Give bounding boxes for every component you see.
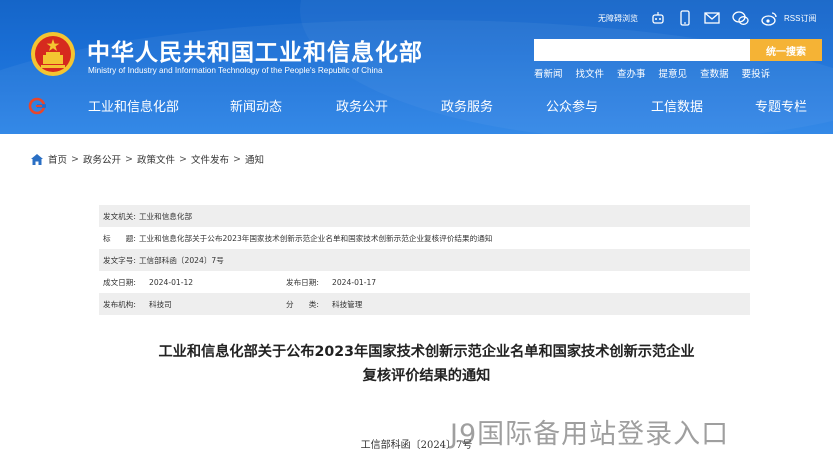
breadcrumb-release[interactable]: 文件发布 bbox=[191, 152, 229, 166]
breadcrumb-policy[interactable]: 政策文件 bbox=[137, 152, 175, 166]
meta-value-doc-no: 工信部科函〔2024〕7号 bbox=[138, 255, 224, 265]
nav-item-services[interactable]: 政务服务 bbox=[441, 96, 493, 115]
robot-icon[interactable] bbox=[650, 10, 666, 26]
meta-label: 成文日期: bbox=[103, 277, 136, 287]
wechat-icon[interactable] bbox=[732, 10, 749, 26]
breadcrumb-gov-affairs[interactable]: 政务公开 bbox=[83, 152, 121, 166]
meta-label: 发布日期: bbox=[286, 277, 319, 287]
meta-label: 发布机构: bbox=[103, 299, 136, 309]
document-title-line: 复核评价结果的通知 bbox=[362, 368, 491, 384]
quick-links: 看新闻 找文件 查办事 提意见 查数据 要投诉 bbox=[534, 66, 783, 80]
meta-label: 发文机关: bbox=[103, 211, 136, 221]
nav-item-gov-affairs[interactable]: 政务公开 bbox=[336, 96, 388, 115]
meta-value-published: 2024-01-17 bbox=[332, 277, 377, 287]
meta-value-title: 工业和信息化部关于公布2023年国家技术创新示范企业名单和国家技术创新示范企业复… bbox=[138, 233, 493, 243]
quick-link-feedback[interactable]: 提意见 bbox=[659, 66, 688, 80]
nav-item-news[interactable]: 新闻动态 bbox=[230, 96, 282, 115]
meta-label: 标 题: bbox=[103, 233, 136, 243]
home-logo-icon[interactable] bbox=[28, 97, 46, 115]
document-meta-table: 发文机关: 工业和信息化部 标 题: 工业和信息化部关于公布2023年国家技术创… bbox=[99, 205, 750, 315]
meta-value-org: 科技司 bbox=[149, 299, 172, 309]
breadcrumb-notice[interactable]: 通知 bbox=[245, 152, 264, 166]
search-input[interactable] bbox=[534, 39, 750, 61]
meta-value-category: 科技管理 bbox=[332, 299, 363, 309]
quick-link-news[interactable]: 看新闻 bbox=[534, 66, 563, 80]
breadcrumb-separator: > bbox=[232, 153, 241, 165]
nav-item-ministry[interactable]: 工业和信息化部 bbox=[88, 96, 179, 115]
nav-item-data[interactable]: 工信数据 bbox=[651, 96, 703, 115]
document-title: 工业和信息化部关于公布2023年国家技术创新示范企业名单和国家技术创新示范企业 … bbox=[60, 340, 793, 388]
meta-value-created: 2024-01-12 bbox=[149, 277, 194, 287]
quick-link-files[interactable]: 找文件 bbox=[576, 66, 605, 80]
meta-label: 分 类: bbox=[286, 299, 319, 309]
search-button[interactable]: 统一搜索 bbox=[750, 39, 822, 61]
site-subtitle: Ministry of Industry and Information Tec… bbox=[88, 66, 383, 75]
document-title-line: 工业和信息化部关于公布2023年国家技术创新示范企业名单和国家技术创新示范企业 bbox=[158, 344, 695, 360]
breadcrumb-separator: > bbox=[71, 153, 79, 165]
utility-bar: 无障碍浏览 RSS订阅 bbox=[598, 9, 816, 27]
breadcrumb-separator: > bbox=[178, 153, 187, 165]
breadcrumb: 首页 > 政务公开 > 政策文件 > 文件发布 > 通知 bbox=[31, 152, 264, 166]
accessibility-link[interactable]: 无障碍浏览 bbox=[598, 13, 638, 24]
site-title[interactable]: 中华人民共和国工业和信息化部 bbox=[87, 33, 423, 67]
quick-link-services[interactable]: 查办事 bbox=[617, 66, 646, 80]
mail-icon[interactable] bbox=[704, 11, 720, 25]
meta-row-title: 标 题: 工业和信息化部关于公布2023年国家技术创新示范企业名单和国家技术创新… bbox=[99, 227, 750, 249]
home-icon[interactable] bbox=[31, 153, 43, 165]
nav-item-topics[interactable]: 专题专栏 bbox=[755, 96, 807, 115]
meta-row-dates: 成文日期: 2024-01-12 发布日期: 2024-01-17 bbox=[99, 271, 750, 293]
quick-link-complaint[interactable]: 要投诉 bbox=[742, 66, 771, 80]
meta-row-doc-no: 发文字号: 工信部科函〔2024〕7号 bbox=[99, 249, 750, 271]
weibo-icon[interactable] bbox=[761, 11, 778, 26]
meta-value-issuer: 工业和信息化部 bbox=[138, 211, 193, 221]
meta-label: 发文字号: bbox=[103, 255, 136, 265]
main-nav: 工业和信息化部 新闻动态 政务公开 政务服务 公众参与 工信数据 专题专栏 bbox=[0, 92, 833, 120]
rss-link[interactable]: RSS订阅 bbox=[784, 13, 816, 24]
mobile-icon[interactable] bbox=[678, 10, 692, 26]
breadcrumb-separator: > bbox=[125, 153, 133, 165]
national-emblem-icon[interactable] bbox=[30, 31, 76, 77]
nav-item-public[interactable]: 公众参与 bbox=[546, 96, 598, 115]
site-header: 中华人民共和国工业和信息化部 Ministry of Industry and … bbox=[0, 0, 833, 134]
breadcrumb-home[interactable]: 首页 bbox=[48, 152, 67, 166]
meta-row-org: 发布机构: 科技司 分 类: 科技管理 bbox=[99, 293, 750, 315]
quick-link-data[interactable]: 查数据 bbox=[700, 66, 729, 80]
watermark-text: J9国际备用站登录入口 bbox=[450, 419, 730, 450]
meta-row-issuer: 发文机关: 工业和信息化部 bbox=[99, 205, 750, 227]
